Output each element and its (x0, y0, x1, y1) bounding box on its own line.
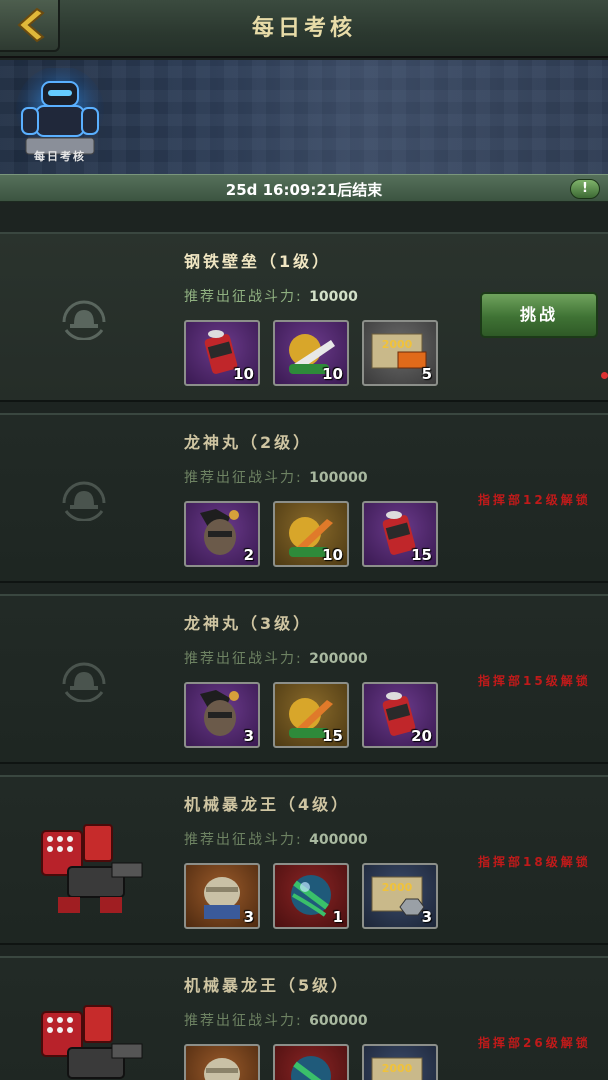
reward-item[interactable]: 10 (184, 320, 260, 386)
reward-item[interactable]: 2000 3 (362, 863, 438, 929)
level-card-5: 机械暴龙王（5级） 推荐出征战斗力: 600000 2000 指挥部26级解锁 (0, 956, 608, 1080)
recommended-power: 推荐出征战斗力: 100000 (184, 470, 368, 486)
helmet-placeholder-icon (62, 300, 106, 340)
svg-text:2000: 2000 (382, 1062, 413, 1075)
level-card-3: 龙神丸（3级） 推荐出征战斗力: 200000 3 15 20 指挥部15级解锁 (0, 594, 608, 764)
reward-item[interactable]: 2 (184, 501, 260, 567)
page-title: 每日考核 (251, 16, 356, 41)
level-name: 钢铁壁垒（1级） (184, 252, 332, 271)
level-card-4: 机械暴龙王（4级） 推荐出征战斗力: 400000 3 1 2000 3 指挥部… (0, 775, 608, 945)
recommended-power: 推荐出征战斗力: 400000 (184, 832, 368, 848)
reward-item[interactable]: 2000 (362, 1044, 438, 1080)
info-button[interactable]: ! (570, 179, 600, 199)
unlock-requirement: 指挥部18级解锁 (478, 855, 591, 869)
unlock-requirement: 指挥部15级解锁 (478, 674, 591, 688)
reward-item[interactable]: 10 (273, 501, 349, 567)
helmet-placeholder-icon (62, 662, 106, 702)
level-card-2: 龙神丸（2级） 推荐出征战斗力: 100000 2 10 15 指挥部12级解锁 (0, 413, 608, 583)
reward-item[interactable]: 10 (273, 320, 349, 386)
recommended-power: 推荐出征战斗力: 10000 (184, 289, 358, 305)
steel-crate-2000-icon: 2000 (371, 1057, 423, 1080)
reward-item[interactable]: 1 (273, 863, 349, 929)
mummy-portrait-puzzle-icon (204, 1058, 240, 1080)
timer-bar: 25d 16:09:21后结束 ! (0, 174, 608, 202)
top-bar: 每日考核 (0, 0, 608, 58)
svg-text:2000: 2000 (382, 881, 413, 894)
reward-item[interactable]: 3 (184, 682, 260, 748)
helmet-placeholder-icon (62, 481, 106, 521)
recommended-power: 推荐出征战斗力: 600000 (184, 1013, 368, 1029)
reward-item[interactable]: 15 (362, 501, 438, 567)
mech-dragon-boss-icon (41, 1005, 143, 1079)
level-card-1: 钢铁壁垒（1级） 推荐出征战斗力: 10000 10 10 2000 5 挑战 (0, 232, 608, 402)
level-name: 机械暴龙王（5级） (184, 976, 351, 995)
reward-item[interactable]: 3 (184, 863, 260, 929)
reward-item[interactable]: 15 (273, 682, 349, 748)
striped-orb-icon (291, 1056, 331, 1080)
reward-item[interactable]: 2000 5 (362, 320, 438, 386)
mech-dragon-boss-icon (41, 824, 143, 913)
reward-item[interactable] (184, 1044, 260, 1080)
countdown-timer: 25d 16:09:21后结束 (225, 181, 383, 199)
svg-text:2000: 2000 (382, 338, 413, 351)
level-name: 机械暴龙王（4级） (184, 795, 351, 814)
reward-item[interactable]: 20 (362, 682, 438, 748)
banner-label: 每日考核 (34, 150, 86, 163)
level-name: 龙神丸（2级） (184, 433, 313, 452)
recommended-power: 推荐出征战斗力: 200000 (184, 651, 368, 667)
unlock-requirement: 指挥部26级解锁 (478, 1036, 591, 1050)
daily-assessment-screen: { "header": { "title": "每日考核", "back_ico… (0, 0, 608, 1080)
level-name: 龙神丸（3级） (184, 614, 313, 633)
unlock-requirement: 指挥部12级解锁 (478, 493, 591, 507)
notification-dot (601, 372, 608, 379)
reward-item[interactable] (273, 1044, 349, 1080)
challenge-button[interactable]: 挑战 (480, 292, 598, 338)
